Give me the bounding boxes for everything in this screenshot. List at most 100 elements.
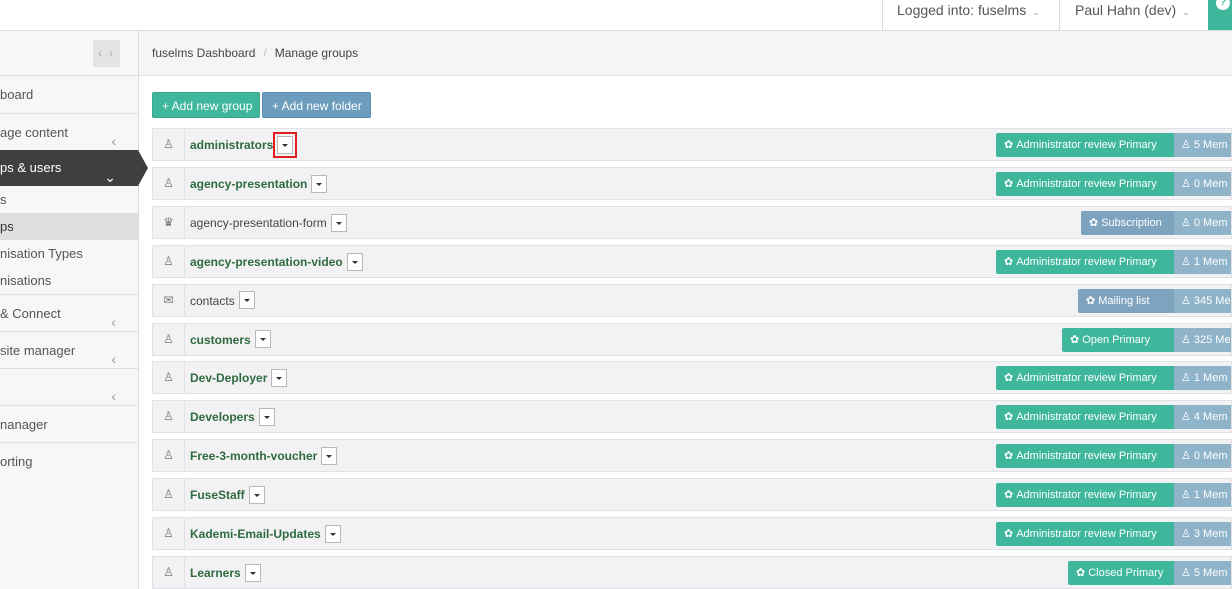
sidebar-toggle-button[interactable]: ‹ › xyxy=(93,40,120,67)
sidebar-item-collapsed[interactable]: ‹ xyxy=(0,368,138,405)
group-name-link[interactable]: customers xyxy=(190,324,271,355)
group-row[interactable]: ♙ FuseStaff ♙ 1 Mem ✿ Administrator review Pr… xyxy=(152,478,1232,512)
group-dropdown-toggle[interactable] xyxy=(248,485,265,504)
user-menu[interactable]: Paul Hahn (dev) ⌄ xyxy=(1059,0,1209,30)
group-type-badge[interactable]: ✿ Administrator review Primary xyxy=(996,522,1174,546)
sidebar-item-reporting[interactable]: orting xyxy=(0,442,138,479)
group-row[interactable]: ♛ agency-presentation-form ♙ 0 Mem ✿ Subscrip… xyxy=(152,205,1232,239)
help-button[interactable]: ? xyxy=(1208,0,1232,30)
group-name: Kademi-Email-Updates xyxy=(190,527,321,541)
sidebar-item-manage-content[interactable]: age content ‹ xyxy=(0,113,138,150)
group-row[interactable]: ♙ Developers ♙ 4 Mem ✿ Administrator review P… xyxy=(152,400,1232,434)
add-new-group-button[interactable]: + Add new group xyxy=(152,92,260,118)
group-name-link[interactable]: agency-presentation xyxy=(190,168,328,199)
group-type-badge[interactable]: ✿ Subscription xyxy=(1081,210,1174,235)
members-badge[interactable]: ♙ 3 Mem xyxy=(1174,522,1231,546)
group-name-link[interactable]: Learners xyxy=(190,557,261,588)
members-count: 5 Mem xyxy=(1193,566,1228,579)
members-badge[interactable]: ♙325 Mem xyxy=(1174,327,1231,352)
group-dropdown-toggle[interactable] xyxy=(238,291,255,310)
breadcrumb-current: Manage groups xyxy=(274,46,359,60)
group-type-badge[interactable]: ✿ Administrator review Primary xyxy=(996,171,1174,196)
group-row[interactable]: ♙ administrators ♙ 5 Mem ✿ Administrator revi… xyxy=(152,128,1232,161)
users-icon: ♙ xyxy=(1181,139,1191,151)
group-row[interactable]: ♙ Learners ♙ 5 Mem ✿ Closed Primary xyxy=(152,555,1232,589)
group-name-link[interactable]: Kademi-Email-Updates xyxy=(190,518,341,549)
sidebar-subitem-users[interactable]: s xyxy=(0,186,138,213)
group-row[interactable]: ♙ agency-presentation-video ♙ 1 Mem ✿ Adminis… xyxy=(152,244,1232,278)
gear-icon: ✿ xyxy=(1076,566,1086,579)
group-row[interactable]: ♙ Kademi-Email-Updates ♙ 3 Mem ✿ Administrato… xyxy=(152,517,1232,550)
group-type-badge[interactable]: ✿ Administrator review Primary xyxy=(996,133,1174,157)
group-row[interactable]: ♙ Dev-Deployer ♙ 1 Mem ✿ Administrator review… xyxy=(152,361,1232,395)
help-icon: ? xyxy=(1216,0,1230,10)
sidebar-subitem-organisations[interactable]: nisations xyxy=(0,267,138,294)
group-name: Dev-Deployer xyxy=(190,371,268,386)
members-badge[interactable]: ♙ 0 Mem xyxy=(1174,171,1231,196)
sidebar-item-website-manager[interactable]: site manager ‹ xyxy=(0,331,138,368)
group-type-badge[interactable]: ✿ Administrator review Primary xyxy=(996,444,1174,469)
group-dropdown-toggle[interactable] xyxy=(254,330,271,349)
group-type-badge[interactable]: ✿ Mailing list xyxy=(1078,288,1174,313)
group-dropdown-toggle[interactable] xyxy=(330,213,347,232)
logged-into-menu[interactable]: Logged into: fuselms ⌄ xyxy=(882,0,1059,30)
group-dropdown-toggle[interactable] xyxy=(258,408,275,427)
group-type-label: Open Primary xyxy=(1082,333,1151,346)
members-badge[interactable]: ♙ 1 Mem xyxy=(1174,366,1231,391)
users-icon: ♙ xyxy=(1181,294,1191,307)
group-name-link[interactable]: administrators xyxy=(190,129,298,160)
group-name-link[interactable]: contacts xyxy=(190,285,255,316)
group-name-link[interactable]: FuseStaff xyxy=(190,479,265,510)
group-type-badge[interactable]: ✿ Administrator review Primary xyxy=(996,483,1174,508)
group-dropdown-toggle[interactable] xyxy=(321,447,338,466)
group-name: customers xyxy=(190,332,251,347)
group-dropdown-toggle[interactable] xyxy=(324,524,341,543)
users-icon: ♙ xyxy=(1181,528,1191,540)
group-name-link[interactable]: Developers xyxy=(190,401,275,432)
group-name: contacts xyxy=(190,293,235,308)
members-badge[interactable]: ♙ 4 Mem xyxy=(1174,405,1231,430)
group-type-badge[interactable]: ✿ Administrator review Primary xyxy=(996,366,1174,391)
group-type-badge[interactable]: ✿ Closed Primary xyxy=(1068,560,1174,585)
group-name: Learners xyxy=(190,565,241,580)
group-dropdown-toggle[interactable] xyxy=(271,369,288,388)
members-badge[interactable]: ♙ 0 Mem xyxy=(1174,444,1231,469)
group-type-label: Administrator review Primary xyxy=(1016,411,1157,424)
members-badge[interactable]: ♙ 1 Mem xyxy=(1174,249,1231,274)
group-type-badge[interactable]: ✿ Administrator review Primary xyxy=(996,249,1174,274)
group-name-link[interactable]: agency-presentation-form xyxy=(190,207,347,238)
users-icon: ♙ xyxy=(153,323,185,355)
group-dropdown-toggle[interactable] xyxy=(346,252,363,271)
group-type-badge[interactable]: ✿ Administrator review Primary xyxy=(996,405,1174,430)
sidebar-item-label: nisations xyxy=(0,273,52,288)
group-name-link[interactable]: agency-presentation-video xyxy=(190,246,363,277)
members-count: 0 Mem xyxy=(1193,450,1228,463)
users-icon: ♙ xyxy=(153,479,185,511)
members-badge[interactable]: ♙ 0 Mem xyxy=(1174,210,1231,235)
sidebar-item-manager[interactable]: nanager xyxy=(0,405,138,442)
sidebar-subitem-groups[interactable]: ps xyxy=(0,213,138,240)
group-name: Developers xyxy=(190,410,255,425)
group-type-label: Administrator review Primary xyxy=(1016,489,1157,502)
members-badge[interactable]: ♙ 5 Mem xyxy=(1174,560,1231,585)
members-badge[interactable]: ♙ 1 Mem xyxy=(1174,483,1231,508)
members-badge[interactable]: ♙345 Mem xyxy=(1174,288,1231,313)
members-badge[interactable]: ♙ 5 Mem xyxy=(1174,133,1231,157)
users-icon: ♙ xyxy=(1181,177,1191,190)
sidebar-item-connect[interactable]: & Connect ‹ xyxy=(0,294,138,331)
group-name-link[interactable]: Free-3-month-voucher xyxy=(190,440,338,471)
sidebar-item-dashboard[interactable]: board xyxy=(0,75,138,113)
group-row[interactable]: ♙ agency-presentation ♙ 0 Mem ✿ Administrator… xyxy=(152,166,1232,200)
group-row[interactable]: ✉contacts♙345 Mem✿Mailing list xyxy=(152,283,1232,317)
group-row[interactable]: ♙ Free-3-month-voucher ♙ 0 Mem ✿ Administrato… xyxy=(152,439,1232,473)
group-dropdown-toggle[interactable] xyxy=(273,131,298,158)
group-type-badge[interactable]: ✿ Open Primary xyxy=(1062,327,1174,352)
group-dropdown-toggle[interactable] xyxy=(244,563,261,582)
add-new-folder-button[interactable]: + Add new folder xyxy=(262,92,371,118)
sidebar-item-groups-users[interactable]: ps & users ⌄ xyxy=(0,150,138,186)
group-name-link[interactable]: Dev-Deployer xyxy=(190,362,288,393)
breadcrumb-home-link[interactable]: fuselms Dashboard xyxy=(152,46,255,60)
group-dropdown-toggle[interactable] xyxy=(311,174,328,193)
group-row[interactable]: ♙ customers ♙325 Mem✿Open Primary xyxy=(152,322,1232,356)
sidebar-subitem-organisation-types[interactable]: nisation Types xyxy=(0,240,138,267)
